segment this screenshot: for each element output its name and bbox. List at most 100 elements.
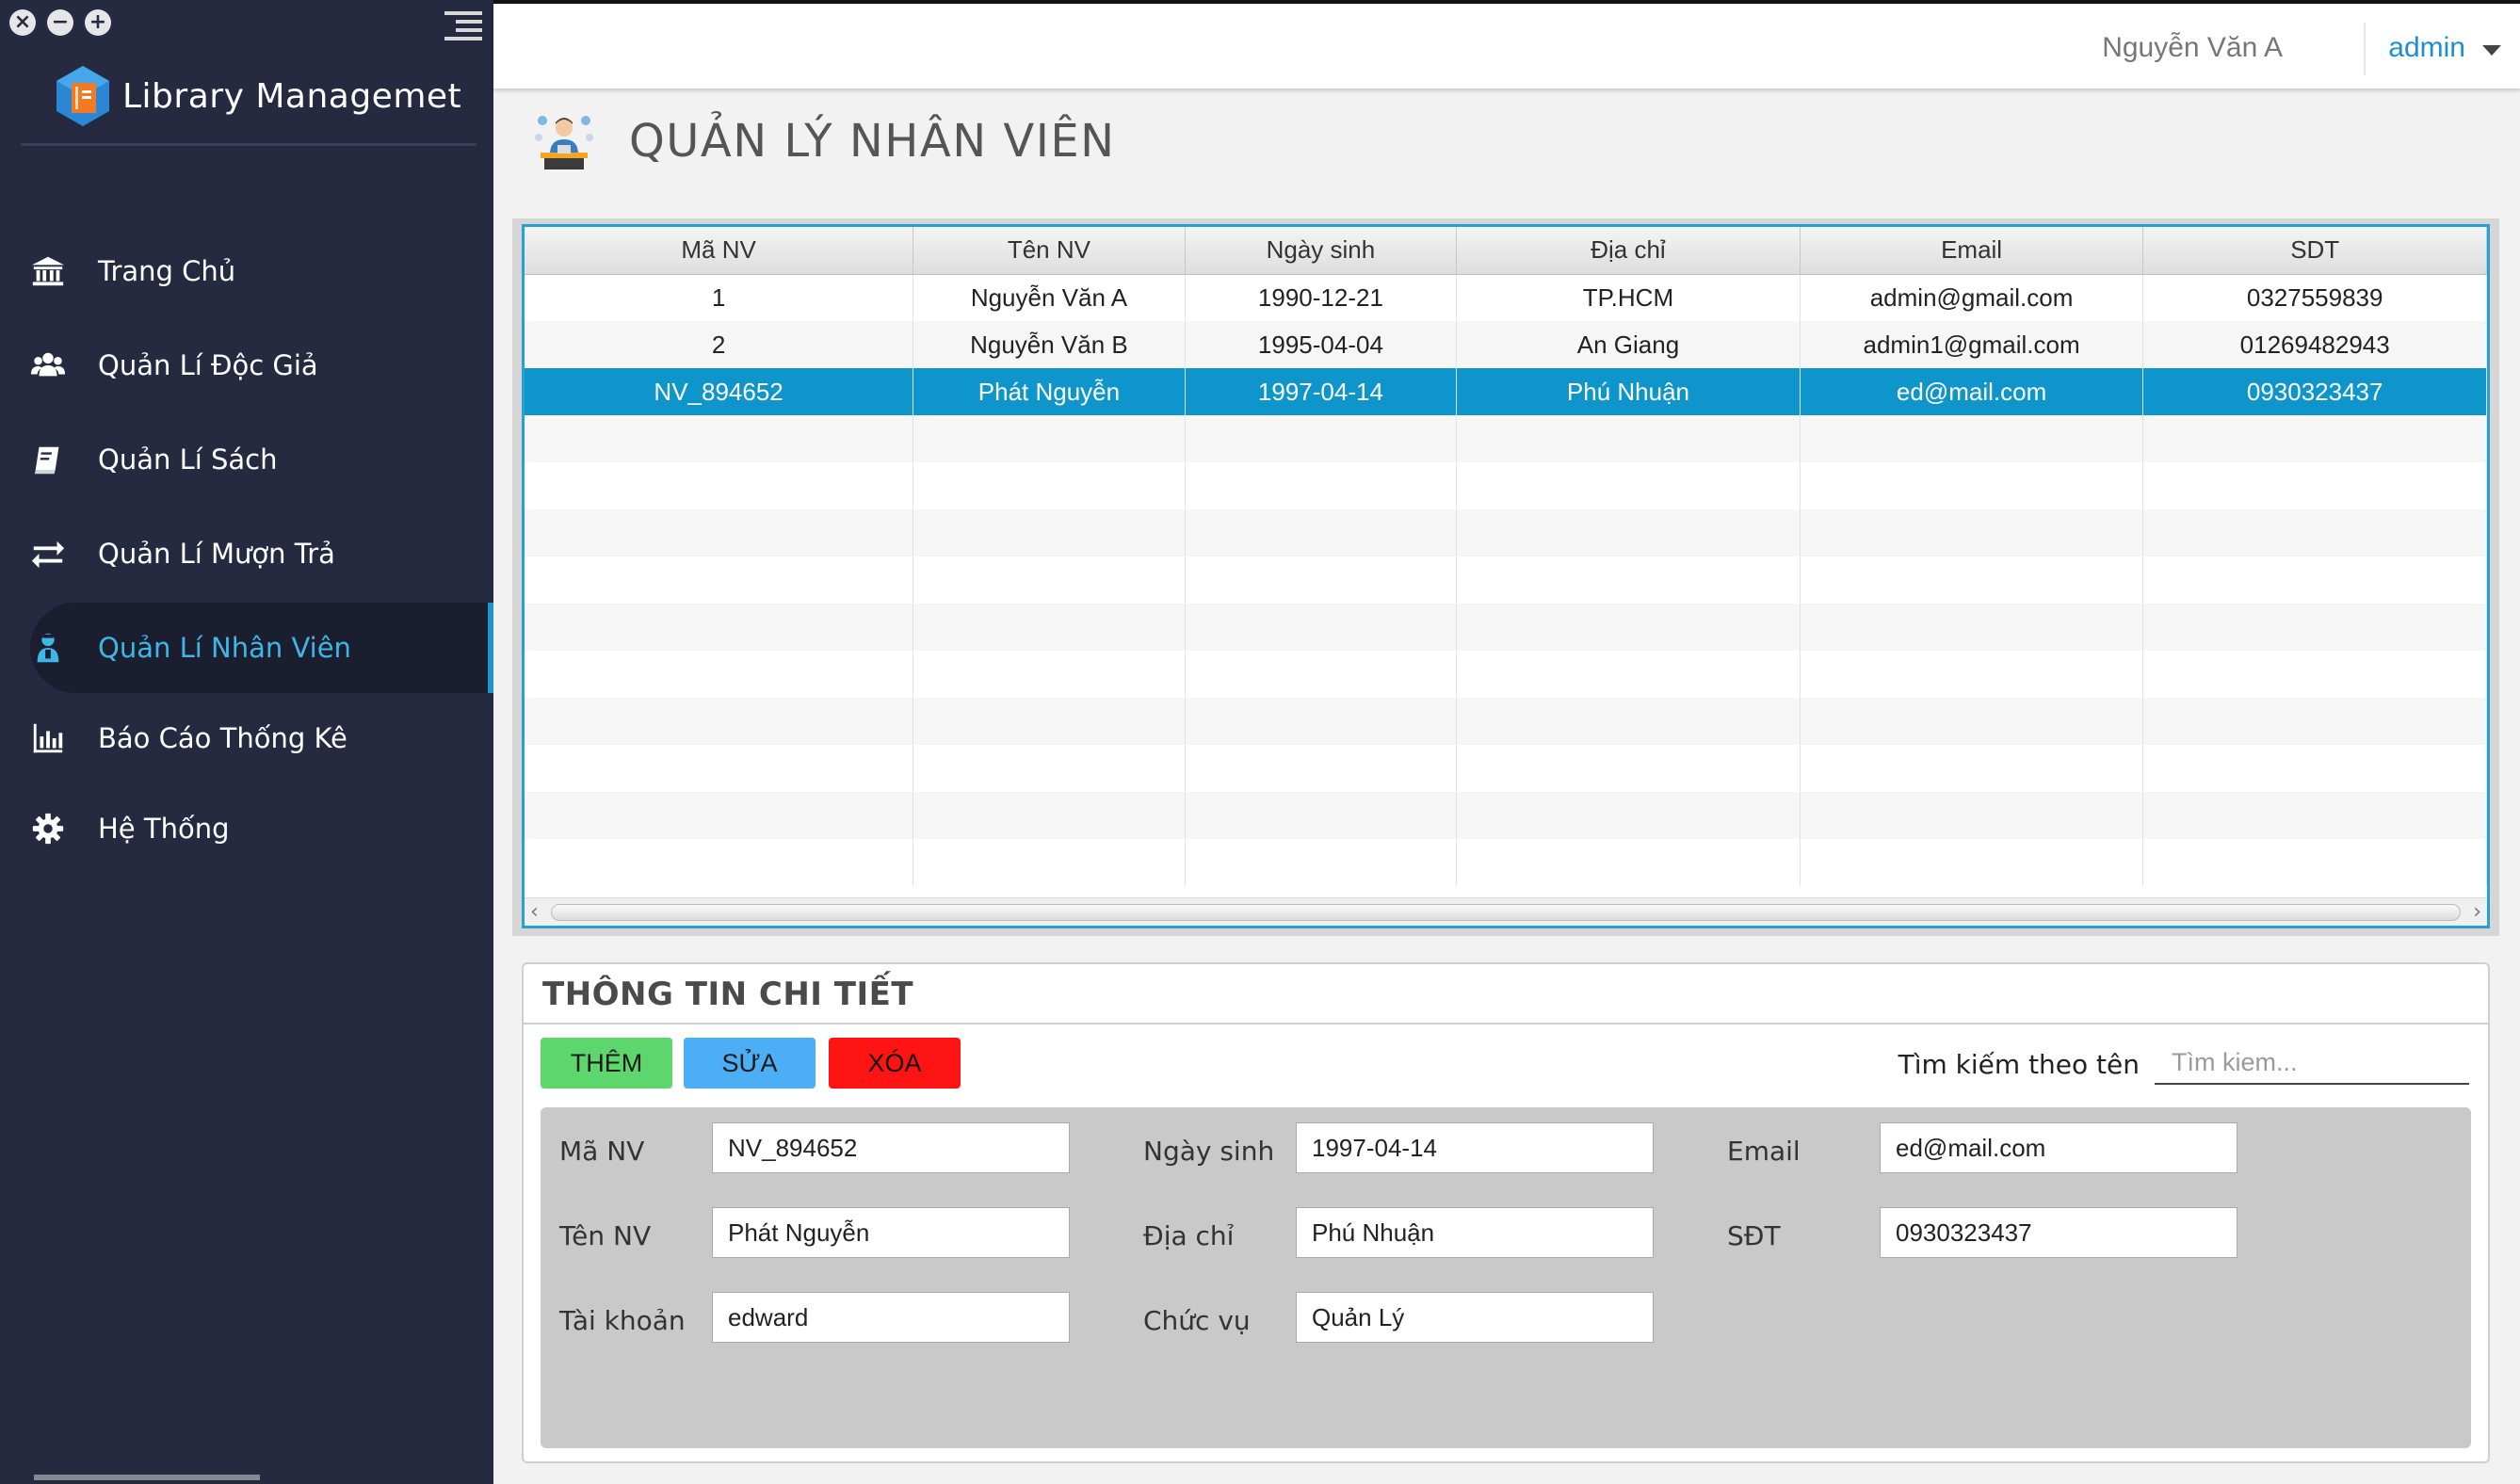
scroll-right-icon[interactable]: › <box>2473 900 2481 924</box>
table-cell: 2 <box>525 321 914 368</box>
column-header-ngay-sinh[interactable]: Ngày sinh <box>1185 227 1458 275</box>
bank-icon <box>31 256 65 286</box>
tai-khoan-field[interactable] <box>712 1292 1070 1343</box>
empty-table-row <box>525 604 2487 651</box>
table-cell: Phú Nhuận <box>1456 368 1801 415</box>
close-window-button[interactable]: × <box>9 9 36 36</box>
empty-table-row <box>525 745 2487 792</box>
book-icon <box>34 446 59 475</box>
sdt-field[interactable] <box>1880 1207 2237 1258</box>
sidebar-item-label: Quản Lí Mượn Trả <box>98 538 335 570</box>
maximize-window-button[interactable]: + <box>85 9 111 36</box>
role-dropdown[interactable]: admin <box>2388 32 2465 64</box>
sidebar-item-label: Trang Chủ <box>98 255 236 287</box>
employee-desk-icon <box>535 116 593 169</box>
detail-title: THÔNG TIN CHI TIẾT <box>542 976 914 1013</box>
menu-toggle-icon[interactable] <box>444 11 482 40</box>
sidebar-item-trang-chu[interactable]: Trang Chủ <box>30 226 493 316</box>
detail-divider <box>524 1023 2488 1024</box>
table-cell: 1995-04-04 <box>1185 321 1458 368</box>
table-row-selected[interactable]: NV_894652 Phát Nguyễn 1997-04-14 Phú Nhu… <box>525 368 2487 415</box>
page-header: QUẢN LÝ NHÂN VIÊN <box>531 111 1116 171</box>
label-ngay-sinh: Ngày sinh <box>1143 1136 1275 1167</box>
label-tai-khoan: Tài khoản <box>559 1305 686 1336</box>
exchange-icon <box>31 540 65 569</box>
app-title: Library Managemet <box>122 76 462 116</box>
dia-chi-field[interactable] <box>1296 1207 1654 1258</box>
employee-table-container: Mã NV Tên NV Ngày sinh Địa chỉ Email SDT… <box>512 218 2499 936</box>
brand: Library Managemet <box>53 64 461 128</box>
table-cell: Nguyễn Văn B <box>913 321 1186 368</box>
add-button[interactable]: THÊM <box>541 1038 672 1089</box>
sidebar-item-bao-cao-thong-ke[interactable]: Báo Cáo Thống Kê <box>30 693 493 783</box>
ma-nv-field[interactable] <box>712 1122 1070 1173</box>
empty-table-row <box>525 462 2487 509</box>
topbar-divider <box>2364 23 2366 75</box>
users-icon <box>30 352 66 377</box>
window-controls: × − + <box>9 9 111 36</box>
empty-table-row <box>525 839 2487 886</box>
table-cell: 1 <box>525 274 914 321</box>
table-row[interactable]: 2 Nguyễn Văn B 1995-04-04 An Giang admin… <box>525 321 2487 368</box>
delete-button[interactable]: XÓA <box>829 1038 961 1089</box>
table-row[interactable]: 1 Nguyễn Văn A 1990-12-21 TP.HCM admin@g… <box>525 274 2487 321</box>
table-header-row: Mã NV Tên NV Ngày sinh Địa chỉ Email SDT <box>525 227 2487 275</box>
gear-icon <box>32 813 64 845</box>
column-header-ma-nv[interactable]: Mã NV <box>525 227 914 275</box>
ten-nv-field[interactable] <box>712 1207 1070 1258</box>
table-cell: 01269482943 <box>2142 321 2487 368</box>
ngay-sinh-field[interactable] <box>1296 1122 1654 1173</box>
label-ten-nv: Tên NV <box>559 1220 652 1251</box>
empty-table-row <box>525 556 2487 604</box>
scroll-left-icon[interactable]: ‹ <box>530 900 539 924</box>
sidebar-item-quan-li-sach[interactable]: Quản Lí Sách <box>30 414 493 505</box>
sidebar-item-label: Quản Lí Nhân Viên <box>98 632 351 664</box>
table-cell: An Giang <box>1456 321 1801 368</box>
bar-chart-icon <box>33 723 63 753</box>
scrollbar-thumb[interactable] <box>551 904 2461 921</box>
sidebar-item-quan-li-muon-tra[interactable]: Quản Lí Mượn Trả <box>30 508 493 599</box>
search-label: Tìm kiếm theo tên <box>1898 1049 2140 1080</box>
sidebar-item-quan-li-doc-gia[interactable]: Quản Lí Độc Giả <box>30 320 493 411</box>
horizontal-scrollbar[interactable]: ‹ › <box>525 897 2487 926</box>
label-dia-chi: Địa chỉ <box>1143 1220 1235 1251</box>
brand-divider <box>21 143 477 146</box>
employee-form: Mã NV Tên NV Tài khoản Ngày sinh Địa chỉ… <box>541 1107 2471 1448</box>
sidebar-item-label: Báo Cáo Thống Kê <box>98 722 347 754</box>
sidebar-item-label: Quản Lí Độc Giả <box>98 349 318 381</box>
library-logo-icon <box>57 66 109 126</box>
empty-table-row <box>525 698 2487 745</box>
search-input[interactable] <box>2155 1041 2469 1085</box>
column-header-dia-chi[interactable]: Địa chỉ <box>1456 227 1801 275</box>
page-title: QUẢN LÝ NHÂN VIÊN <box>629 115 1116 168</box>
table-cell: admin@gmail.com <box>1800 274 2144 321</box>
column-header-email[interactable]: Email <box>1800 227 2144 275</box>
table-cell: TP.HCM <box>1456 274 1801 321</box>
column-header-ten-nv[interactable]: Tên NV <box>913 227 1186 275</box>
table-cell: Nguyễn Văn A <box>913 274 1186 321</box>
chevron-down-icon[interactable] <box>2482 45 2501 56</box>
sidebar-item-he-thong[interactable]: Hệ Thống <box>30 783 493 874</box>
empty-table-row <box>525 509 2487 556</box>
minimize-window-button[interactable]: − <box>47 9 73 36</box>
table-cell: Phát Nguyễn <box>913 368 1186 415</box>
label-ma-nv: Mã NV <box>559 1136 645 1167</box>
empty-table-row <box>525 415 2487 462</box>
table-cell: 0930323437 <box>2142 368 2487 415</box>
table-cell: NV_894652 <box>525 368 914 415</box>
empty-table-row <box>525 651 2487 698</box>
sidebar-item-label: Hệ Thống <box>98 813 230 845</box>
empty-table-row <box>525 792 2487 839</box>
employee-icon <box>37 633 59 663</box>
column-header-sdt[interactable]: SDT <box>2142 227 2487 275</box>
email-field[interactable] <box>1880 1122 2237 1173</box>
sidebar-item-quan-li-nhan-vien[interactable]: Quản Lí Nhân Viên <box>30 603 493 693</box>
label-email: Email <box>1727 1136 1801 1167</box>
sidebar-item-label: Quản Lí Sách <box>98 444 278 476</box>
edit-button[interactable]: SỬA <box>684 1038 816 1089</box>
table-cell: ed@mail.com <box>1800 368 2144 415</box>
table-cell: admin1@gmail.com <box>1800 321 2144 368</box>
table-cell: 1997-04-14 <box>1185 368 1458 415</box>
employee-table[interactable]: Mã NV Tên NV Ngày sinh Địa chỉ Email SDT… <box>522 224 2490 928</box>
chuc-vu-field[interactable] <box>1296 1292 1654 1343</box>
